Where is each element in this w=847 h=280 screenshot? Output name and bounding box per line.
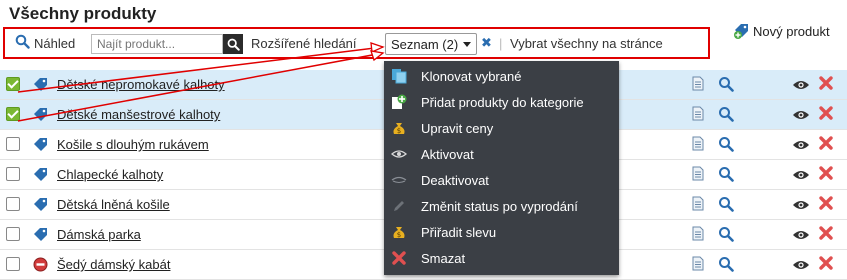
tag-icon	[33, 77, 48, 92]
delete-icon[interactable]	[819, 136, 833, 150]
list-select-label: Seznam (2)	[391, 36, 459, 52]
search-icon[interactable]	[718, 196, 734, 212]
tag-icon	[33, 107, 48, 122]
row-checkbox[interactable]	[6, 107, 20, 121]
select-all-on-page-link[interactable]: Vybrat všechny na stránce	[510, 29, 663, 57]
search-icon[interactable]	[718, 136, 734, 152]
menu-item-label: Přidat produkty do kategorie	[421, 94, 584, 110]
search-icon	[15, 34, 30, 52]
product-name-link[interactable]: Šedý dámský kabát	[57, 257, 170, 272]
eye-closed-icon	[391, 172, 407, 188]
eye-icon	[391, 146, 407, 162]
new-product-button[interactable]: Nový produkt	[733, 22, 830, 40]
row-checkbox[interactable]	[6, 227, 20, 241]
add-tag-icon	[733, 22, 751, 40]
tag-icon	[33, 167, 48, 182]
row-checkbox[interactable]	[6, 167, 20, 181]
eye-icon[interactable]	[792, 108, 810, 120]
menu-item[interactable]: Smazat	[384, 245, 619, 271]
product-name-link[interactable]: Dětská lněná košile	[57, 197, 170, 212]
preview-toggle[interactable]: Náhled	[15, 29, 75, 57]
delete-icon[interactable]	[819, 256, 833, 270]
product-name-link[interactable]: Dětské nepromokavé kalhoty	[57, 77, 225, 92]
delete-icon[interactable]	[819, 166, 833, 180]
eye-icon[interactable]	[792, 78, 810, 90]
money-bag-icon: $	[391, 120, 407, 136]
tag-icon	[33, 197, 48, 212]
delete-icon[interactable]	[819, 106, 833, 120]
document-icon[interactable]	[692, 196, 704, 211]
eye-icon[interactable]	[792, 228, 810, 240]
menu-item[interactable]: Aktivovat	[384, 141, 619, 167]
list-select[interactable]: Seznam (2)	[385, 33, 478, 55]
document-icon[interactable]	[692, 106, 704, 121]
document-icon[interactable]	[692, 136, 704, 151]
advanced-search-link[interactable]: Rozšířené hledání	[251, 29, 357, 57]
row-checkbox[interactable]	[6, 77, 20, 91]
menu-item-label: Přiřadit slevu	[421, 224, 497, 240]
document-icon[interactable]	[692, 256, 704, 271]
search-button[interactable]	[223, 34, 243, 54]
toolbar: Náhled Rozšířené hledání Seznam (2) ✖ | …	[3, 27, 710, 59]
separator: |	[499, 35, 503, 51]
menu-item[interactable]: Klonovat vybrané	[384, 63, 619, 89]
tag-icon	[33, 137, 48, 152]
menu-item[interactable]: Přidat produkty do kategorie	[384, 89, 619, 115]
pencil-icon	[391, 198, 407, 214]
eye-icon[interactable]	[792, 168, 810, 180]
eye-icon[interactable]	[792, 258, 810, 270]
document-icon[interactable]	[692, 166, 704, 181]
delete-icon[interactable]	[819, 76, 833, 90]
clone-icon	[391, 68, 407, 84]
svg-text:$: $	[397, 231, 401, 239]
chevron-down-icon	[463, 41, 472, 47]
menu-item-label: Upravit ceny	[421, 120, 494, 136]
menu-item[interactable]: Změnit status po vyprodání	[384, 193, 619, 219]
search-icon[interactable]	[718, 166, 734, 182]
search-icon[interactable]	[718, 226, 734, 242]
search-icon[interactable]	[718, 106, 734, 122]
menu-item[interactable]: $ Upravit ceny	[384, 115, 619, 141]
menu-item[interactable]: Deaktivovat	[384, 167, 619, 193]
menu-item-label: Změnit status po vyprodání	[421, 198, 578, 214]
delete-icon	[391, 250, 407, 266]
document-icon[interactable]	[692, 226, 704, 241]
money-bag-icon: $	[391, 224, 407, 240]
preview-label: Náhled	[34, 35, 76, 51]
eye-icon[interactable]	[792, 138, 810, 150]
product-name-link[interactable]: Košile s dlouhým rukávem	[57, 137, 209, 152]
document-icon[interactable]	[692, 76, 704, 91]
menu-item-label: Klonovat vybrané	[421, 68, 522, 84]
bulk-actions-menu: Klonovat vybrané Přidat produkty do kateg…	[384, 61, 619, 275]
product-name-link[interactable]: Dámská parka	[57, 227, 141, 242]
svg-text:$: $	[397, 127, 401, 135]
menu-item[interactable]: $ Přiřadit slevu	[384, 219, 619, 245]
clear-selection-button[interactable]: ✖	[481, 29, 492, 57]
tag-icon	[33, 227, 48, 242]
row-checkbox[interactable]	[6, 257, 20, 271]
add-to-category-icon	[391, 94, 407, 110]
search-icon[interactable]	[718, 256, 734, 272]
menu-item-label: Deaktivovat	[421, 172, 489, 188]
no-entry-icon	[33, 257, 48, 272]
product-name-link[interactable]: Dětské manšestrové kalhoty	[57, 107, 220, 122]
search-icon	[227, 38, 240, 51]
page-title: Všechny produkty	[9, 4, 157, 23]
delete-icon[interactable]	[819, 196, 833, 210]
product-search-input[interactable]	[91, 34, 223, 54]
row-checkbox[interactable]	[6, 137, 20, 151]
product-name-link[interactable]: Chlapecké kalhoty	[57, 167, 163, 182]
menu-item-label: Smazat	[421, 250, 466, 266]
search-icon[interactable]	[718, 76, 734, 92]
new-product-label: Nový produkt	[753, 23, 830, 39]
eye-icon[interactable]	[792, 198, 810, 210]
delete-icon[interactable]	[819, 226, 833, 240]
menu-item-label: Aktivovat	[421, 146, 474, 162]
row-checkbox[interactable]	[6, 197, 20, 211]
